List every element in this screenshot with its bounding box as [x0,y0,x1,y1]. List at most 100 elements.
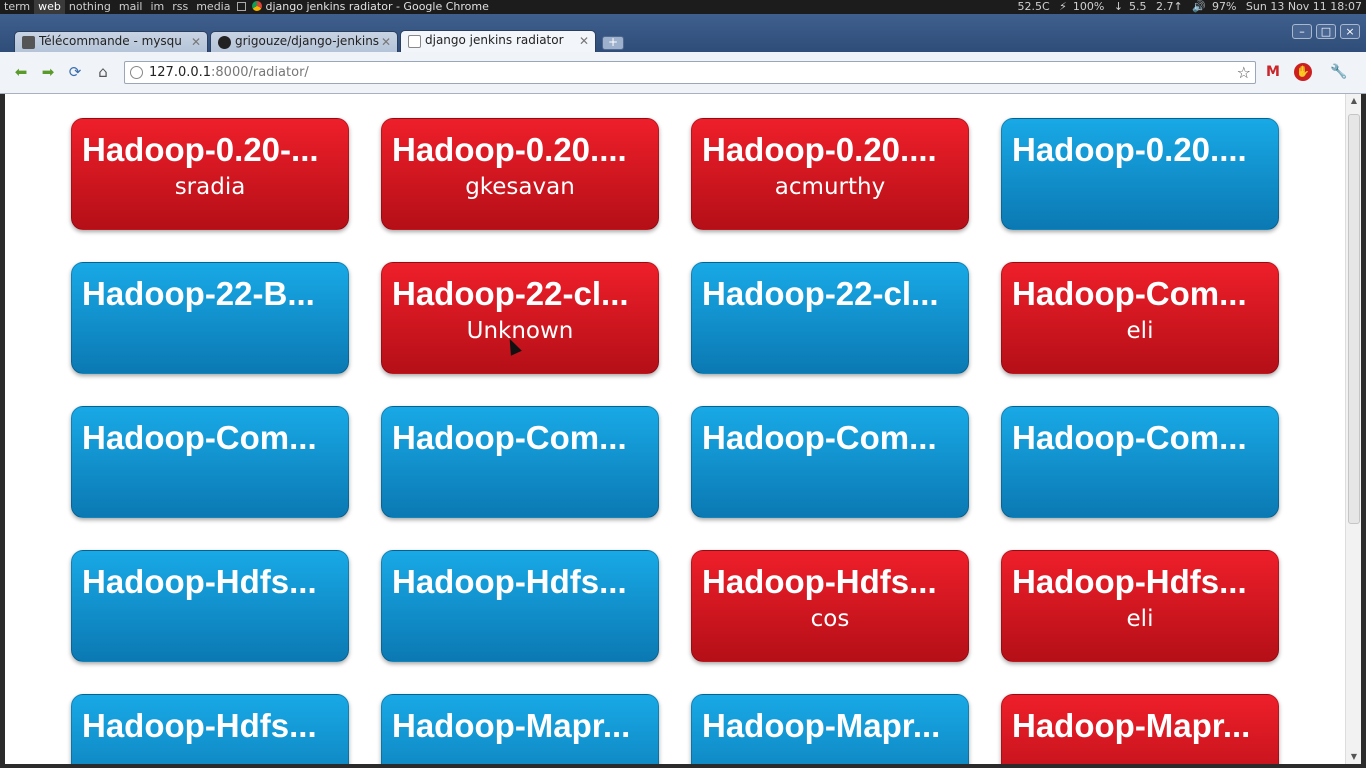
window-controls: – □ × [1288,20,1360,39]
job-name: Hadoop-Com... [1012,275,1247,312]
workspace-nothing[interactable]: nothing [65,0,115,14]
adblock-icon[interactable]: ✋ [1294,63,1312,81]
url-path: :8000/radiator/ [211,65,309,80]
job-name: Hadoop-0.20.... [702,131,937,168]
scroll-up-icon[interactable]: ▲ [1346,94,1362,108]
globe-icon [130,66,143,79]
tab-radiator[interactable]: django jenkins radiator ✕ [400,30,596,54]
job-card[interactable]: Hadoop-Hdfs... [71,694,349,764]
reload-icon[interactable]: ⟳ [65,62,85,82]
tab-strip: Télécommande - mysqu ✕ grigouze/django-j… [0,14,1366,54]
job-card[interactable]: Hadoop-Mapr... [1001,694,1279,764]
job-card[interactable]: Hadoop-22-cl... [691,262,969,374]
job-card[interactable]: Hadoop-Mapr... [691,694,969,764]
tab-close-icon[interactable]: ✕ [381,35,391,49]
job-culprit: cos [810,606,850,632]
address-bar[interactable]: 127.0.0.1:8000/radiator/ ☆ [124,61,1256,84]
workspace-term[interactable]: term [0,0,34,14]
job-card[interactable]: Hadoop-Hdfs... [381,550,659,662]
job-name: Hadoop-Com... [702,419,937,456]
new-tab-button[interactable]: + [602,36,624,50]
job-name: Hadoop-0.20.... [392,131,627,168]
job-card[interactable]: Hadoop-22-cl... Unknown [381,262,659,374]
job-culprit: acmurthy [774,174,886,200]
job-name: Hadoop-22-B... [82,275,315,312]
job-name: Hadoop-Mapr... [392,707,631,744]
job-card[interactable]: Hadoop-0.20.... acmurthy [691,118,969,230]
scroll-down-icon[interactable]: ▼ [1346,750,1362,764]
workspace-media[interactable]: media [192,0,234,14]
scrollbar-thumb[interactable] [1348,114,1360,524]
maximize-button[interactable]: □ [1316,24,1336,39]
home-icon[interactable]: ⌂ [93,62,113,82]
workspace-im[interactable]: im [146,0,168,14]
job-card[interactable]: Hadoop-Hdfs... cos [691,550,969,662]
window-border [0,764,1366,768]
job-card[interactable]: Hadoop-Com... [691,406,969,518]
window-title: django jenkins radiator - Google Chrome [246,0,489,14]
battery: ⚡ 100% [1059,0,1105,13]
job-culprit: eli [1126,318,1154,344]
tab-github[interactable]: grigouze/django-jenkins ✕ [210,31,398,53]
system-panel: term web nothing mail im rss media django jenki… [0,0,1366,14]
job-card[interactable]: Hadoop-0.20.... [1001,118,1279,230]
job-name: Hadoop-Hdfs... [702,563,937,600]
tab-label: grigouze/django-jenkins [235,34,380,48]
job-card[interactable]: Hadoop-22-B... [71,262,349,374]
job-name: Hadoop-Mapr... [702,707,941,744]
forward-arrow-icon[interactable]: ➡ [38,62,58,82]
clock: Sun 13 Nov 11 18:07 [1245,0,1362,13]
workspace-rss[interactable]: rss [168,0,192,14]
network-speed: ↓ 5.5 2.7↑ [1113,0,1183,13]
job-card[interactable]: Hadoop-Com... [71,406,349,518]
close-window-button[interactable]: × [1340,24,1360,39]
bookmark-star-icon[interactable]: ☆ [1237,62,1251,83]
tab-label: django jenkins radiator [425,33,564,47]
temperature: 52.5C [1017,0,1050,13]
job-name: Hadoop-Hdfs... [392,563,627,600]
job-card[interactable]: Hadoop-Mapr... [381,694,659,764]
document-icon [408,35,421,48]
workspace-list[interactable]: term web nothing mail im rss media [0,0,234,14]
job-name: Hadoop-Com... [392,419,627,456]
job-culprit: Unknown [466,318,574,344]
wrench-icon[interactable]: 🔧 [1329,62,1349,82]
job-card[interactable]: Hadoop-Com... [1001,406,1279,518]
workspace-mail[interactable]: mail [115,0,147,14]
layout-icon [237,2,247,11]
job-card[interactable]: Hadoop-Hdfs... eli [1001,550,1279,662]
job-name: Hadoop-22-cl... [702,275,939,312]
tab-close-icon[interactable]: ✕ [191,35,201,49]
minimize-button[interactable]: – [1292,24,1312,39]
job-culprit: gkesavan [465,174,575,200]
github-icon [218,36,231,49]
job-card[interactable]: Hadoop-0.20-... sradia [71,118,349,230]
job-name: Hadoop-Hdfs... [82,563,317,600]
tab-label: Télécommande - mysqu [39,34,182,48]
gmail-icon[interactable]: M [1263,62,1283,82]
job-name: Hadoop-Hdfs... [82,707,317,744]
job-card[interactable]: Hadoop-Com... eli [1001,262,1279,374]
tab-telecommande[interactable]: Télécommande - mysqu ✕ [14,31,208,53]
job-name: Hadoop-0.20.... [1012,131,1247,168]
job-culprit: eli [1126,606,1154,632]
job-name: Hadoop-Com... [1012,419,1247,456]
status-area: 52.5C ⚡ 100% ↓ 5.5 2.7↑ 🔊 97% Sun 13 Nov 11… [1011,0,1362,14]
job-name: Hadoop-Com... [82,419,317,456]
tab-close-icon[interactable]: ✕ [579,34,589,48]
vertical-scrollbar[interactable]: ▲ ▼ [1345,94,1361,764]
page-favicon-icon [22,36,35,49]
job-name: Hadoop-22-cl... [392,275,629,312]
workspace-web[interactable]: web [34,0,65,14]
browser-toolbar: ⬅ ➡ ⟳ ⌂ 127.0.0.1:8000/radiator/ ☆ M ✋ 🔧 [0,52,1366,94]
back-arrow-icon[interactable]: ⬅ [11,62,31,82]
window-border [1361,94,1366,768]
job-card[interactable]: Hadoop-Com... [381,406,659,518]
page-viewport: Hadoop-0.20-... sradia Hadoop-0.20.... gkes… [5,94,1345,764]
job-culprit: sradia [174,174,246,200]
browser-chrome: Télécommande - mysqu ✕ grigouze/django-j… [0,14,1366,94]
job-card[interactable]: Hadoop-0.20.... gkesavan [381,118,659,230]
chrome-icon [252,1,263,11]
volume[interactable]: 🔊 97% [1192,0,1236,13]
job-card[interactable]: Hadoop-Hdfs... [71,550,349,662]
